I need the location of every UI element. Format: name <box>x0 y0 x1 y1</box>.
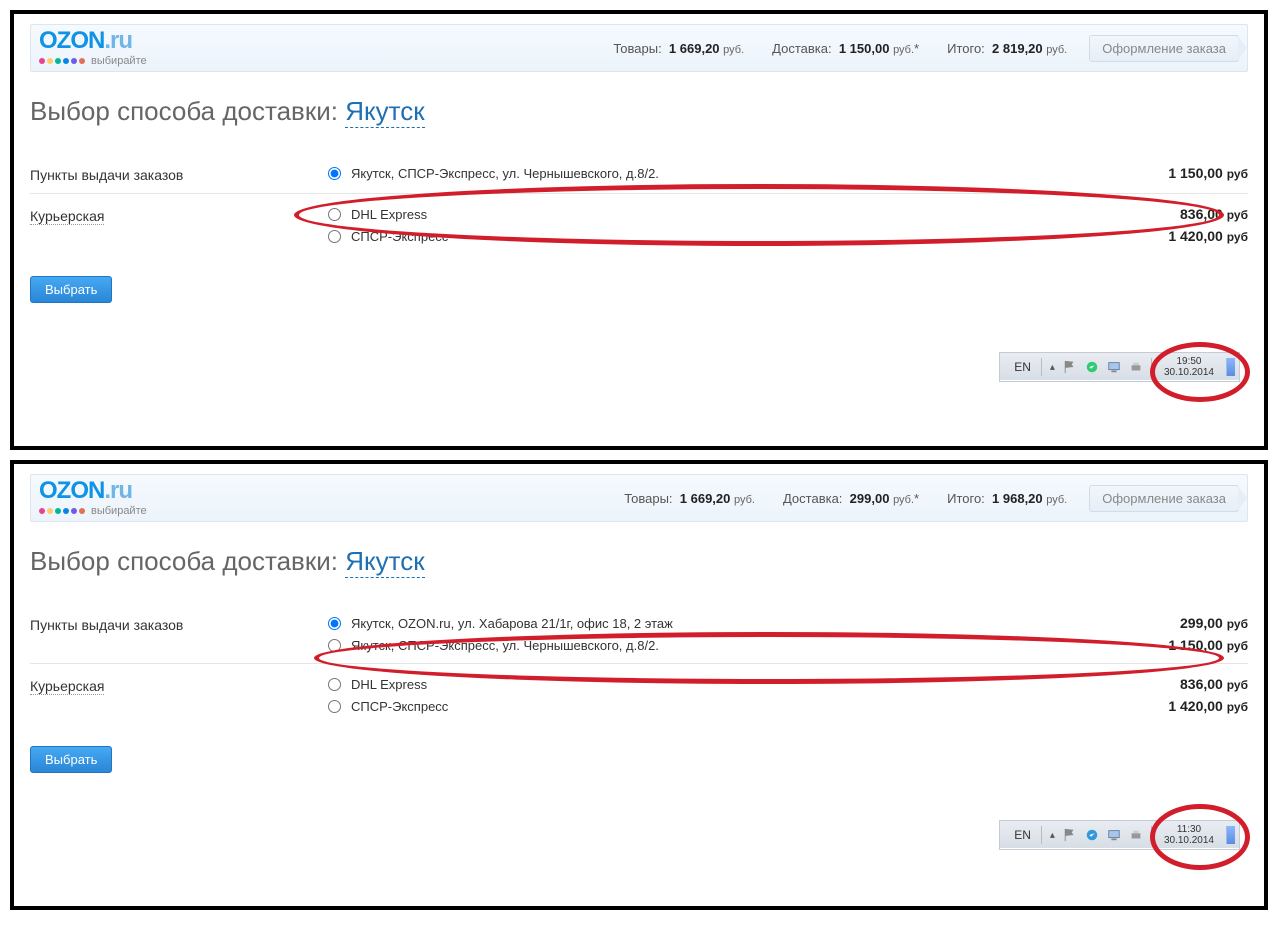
taskbar-clock[interactable]: 11:30 30.10.2014 <box>1156 824 1222 846</box>
courier-option[interactable]: DHL Express 836,00 руб <box>328 676 1248 692</box>
flag-icon[interactable] <box>1063 828 1077 842</box>
language-indicator[interactable]: EN <box>1008 360 1037 374</box>
checkout-step-button[interactable]: Оформление заказа <box>1089 35 1239 62</box>
language-indicator[interactable]: EN <box>1008 828 1037 842</box>
pickup-option[interactable]: Якутск, СПСР-Экспресс, ул. Чернышевского… <box>328 637 1248 653</box>
show-desktop-button[interactable] <box>1226 826 1235 844</box>
clock-date: 30.10.2014 <box>1164 835 1214 846</box>
option-price: 1 420,00 руб <box>1118 698 1248 714</box>
radio-icon[interactable] <box>328 639 341 652</box>
courier-option[interactable]: СПСР-Экспресс 1 420,00 руб <box>328 698 1248 714</box>
clock-time: 11:30 <box>1177 824 1201 835</box>
radio-icon[interactable] <box>328 208 341 221</box>
pickup-option[interactable]: Якутск, OZON.ru, ул. Хабарова 21/1г, офи… <box>328 615 1248 631</box>
printer-icon[interactable] <box>1129 828 1143 842</box>
ozon-logo[interactable]: OZON.ru выбирайте <box>39 29 147 67</box>
windows-taskbar: EN ▴ 19:50 30.10.2014 <box>999 352 1240 382</box>
method-pickup: Пункты выдачи заказов Якутск, СПСР-Экспр… <box>30 153 1248 193</box>
screenshot-panel: OZON.ru выбирайте Товары: 1 669,20 руб. … <box>10 10 1268 450</box>
select-button[interactable]: Выбрать <box>30 276 112 303</box>
city-link[interactable]: Якутск <box>345 96 424 128</box>
logo-text-ru: .ru <box>104 27 132 54</box>
checkout-topbar: OZON.ru выбирайте Товары: 1 669,20 руб. … <box>30 24 1248 72</box>
device-icon[interactable] <box>1107 360 1121 374</box>
method-courier: Курьерская DHL Express 836,00 руб СПСР-Э… <box>30 193 1248 254</box>
printer-icon[interactable] <box>1129 360 1143 374</box>
page-title: Выбор способа доставки: Якутск <box>30 546 1248 577</box>
page-title: Выбор способа доставки: Якутск <box>30 96 1248 127</box>
clock-date: 30.10.2014 <box>1164 367 1214 378</box>
sync-icon[interactable] <box>1085 360 1099 374</box>
option-label: СПСР-Экспресс <box>351 699 448 714</box>
radio-icon[interactable] <box>328 617 341 630</box>
option-price: 836,00 руб <box>1118 676 1248 692</box>
logo-slogan: выбирайте <box>91 55 147 67</box>
method-pickup: Пункты выдачи заказов Якутск, OZON.ru, у… <box>30 603 1248 663</box>
logo-text-ru: .ru <box>104 477 132 504</box>
option-label: DHL Express <box>351 207 427 222</box>
radio-icon[interactable] <box>328 230 341 243</box>
taskbar-clock[interactable]: 19:50 30.10.2014 <box>1156 356 1222 378</box>
logo-text: OZON <box>39 477 104 504</box>
checkout-step-button[interactable]: Оформление заказа <box>1089 485 1239 512</box>
option-price: 299,00 руб <box>1118 615 1248 631</box>
select-button[interactable]: Выбрать <box>30 746 112 773</box>
summary-delivery: Доставка: 299,00 руб.* <box>783 491 919 506</box>
method-pickup-label: Пункты выдачи заказов <box>30 615 328 633</box>
logo-text: OZON <box>39 27 104 54</box>
courier-option[interactable]: СПСР-Экспресс 1 420,00 руб <box>328 228 1248 244</box>
option-label: Якутск, СПСР-Экспресс, ул. Чернышевского… <box>351 166 659 181</box>
option-label: DHL Express <box>351 677 427 692</box>
flag-icon[interactable] <box>1063 360 1077 374</box>
tray-expand-icon[interactable]: ▴ <box>1046 830 1059 841</box>
option-price: 1 420,00 руб <box>1118 228 1248 244</box>
option-label: Якутск, OZON.ru, ул. Хабарова 21/1г, офи… <box>351 616 673 631</box>
summary-delivery: Доставка: 1 150,00 руб.* <box>772 41 919 56</box>
radio-icon[interactable] <box>328 678 341 691</box>
logo-dots <box>39 58 85 64</box>
method-pickup-label: Пункты выдачи заказов <box>30 165 328 183</box>
checkout-topbar: OZON.ru выбирайте Товары: 1 669,20 руб. … <box>30 474 1248 522</box>
summary-total: Итого: 1 968,20 руб. <box>947 491 1067 506</box>
option-price: 1 150,00 руб <box>1118 637 1248 653</box>
tray-expand-icon[interactable]: ▴ <box>1046 362 1059 373</box>
method-courier: Курьерская DHL Express 836,00 руб СПСР-Э… <box>30 663 1248 724</box>
screenshot-panel: OZON.ru выбирайте Товары: 1 669,20 руб. … <box>10 460 1268 910</box>
method-courier-label: Курьерская <box>30 676 104 695</box>
summary-total: Итого: 2 819,20 руб. <box>947 41 1067 56</box>
show-desktop-button[interactable] <box>1226 358 1235 376</box>
summary-goods: Товары: 1 669,20 руб. <box>613 41 744 56</box>
method-courier-label: Курьерская <box>30 206 104 225</box>
city-link[interactable]: Якутск <box>345 546 424 578</box>
clock-time: 19:50 <box>1176 356 1201 367</box>
logo-slogan: выбирайте <box>91 505 147 517</box>
option-price: 1 150,00 руб <box>1118 165 1248 181</box>
sync-icon[interactable] <box>1085 828 1099 842</box>
ozon-logo[interactable]: OZON.ru выбирайте <box>39 479 147 517</box>
logo-dots <box>39 508 85 514</box>
windows-taskbar: EN ▴ 11:30 30.10.2014 <box>999 820 1240 850</box>
option-label: Якутск, СПСР-Экспресс, ул. Чернышевского… <box>351 638 659 653</box>
radio-icon[interactable] <box>328 167 341 180</box>
radio-icon[interactable] <box>328 700 341 713</box>
summary-goods: Товары: 1 669,20 руб. <box>624 491 755 506</box>
option-label: СПСР-Экспресс <box>351 229 448 244</box>
option-price: 836,00 руб <box>1118 206 1248 222</box>
courier-option[interactable]: DHL Express 836,00 руб <box>328 206 1248 222</box>
pickup-option[interactable]: Якутск, СПСР-Экспресс, ул. Чернышевского… <box>328 165 1248 181</box>
device-icon[interactable] <box>1107 828 1121 842</box>
